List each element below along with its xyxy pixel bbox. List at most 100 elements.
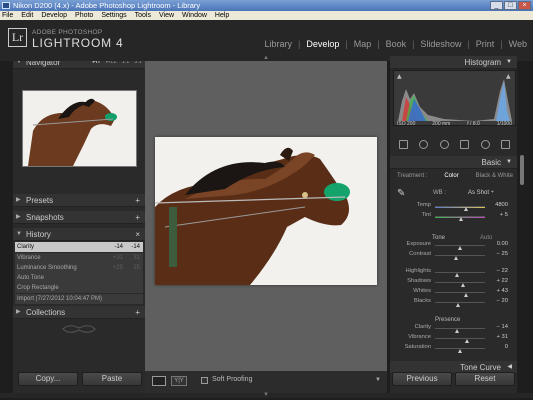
history-item[interactable]: Luminance Smoothing +25 25	[15, 263, 143, 273]
shadows-slider-knob[interactable]	[460, 283, 465, 287]
temp-slider[interactable]	[435, 206, 485, 208]
contrast-slider[interactable]	[435, 255, 485, 256]
lightroom-logo: Lr	[8, 28, 27, 47]
module-library[interactable]: Library	[264, 39, 292, 49]
histogram-graph[interactable]: ▲ ▲	[393, 70, 516, 126]
menu-view[interactable]: View	[159, 11, 174, 20]
window-title: Nikon D200 (4.x) - Adobe Photoshop Light…	[13, 1, 201, 10]
highlights-slider[interactable]	[435, 272, 485, 273]
eyedropper-icon[interactable]: ✎	[397, 188, 405, 199]
window-titlebar: Nikon D200 (4.x) - Adobe Photoshop Light…	[0, 0, 533, 11]
bottom-panel-bar: ▼	[0, 392, 533, 398]
whites-value[interactable]: + 43	[490, 288, 508, 294]
loupe-view-icon[interactable]	[152, 376, 166, 386]
spot-removal-icon[interactable]	[419, 140, 429, 149]
menu-help[interactable]: Help	[215, 11, 229, 20]
menu-develop[interactable]: Develop	[41, 11, 67, 20]
previous-button[interactable]: Previous	[392, 372, 452, 386]
temp-slider-knob[interactable]	[463, 207, 468, 211]
module-slideshow[interactable]: Slideshow	[420, 39, 461, 49]
saturation-value[interactable]: 0	[490, 344, 508, 350]
treatment-bw[interactable]: Black & White	[476, 173, 513, 179]
history-header[interactable]: ▼ History ×	[13, 228, 145, 241]
tint-slider-knob[interactable]	[458, 217, 463, 221]
history-item[interactable]: Auto Tone	[15, 273, 143, 283]
soft-proofing-checkbox[interactable]	[201, 377, 208, 384]
navigator-preview[interactable]	[22, 90, 137, 167]
close-button[interactable]: ×	[518, 1, 531, 10]
saturation-label: Saturation	[404, 344, 431, 350]
histogram-header[interactable]: Histogram ▼	[390, 56, 517, 69]
add-preset-icon[interactable]: +	[135, 194, 140, 207]
contrast-value[interactable]: − 25	[490, 251, 508, 257]
vibrance-slider-knob[interactable]	[464, 339, 469, 343]
temp-value[interactable]: 4800	[490, 202, 508, 208]
shadows-label: Shadows	[407, 278, 431, 284]
blacks-slider[interactable]	[435, 302, 485, 303]
blacks-slider-knob[interactable]	[455, 303, 460, 307]
highlights-slider-knob[interactable]	[454, 273, 459, 277]
main-photo[interactable]	[154, 137, 377, 285]
module-picker: Library | Develop | Map | Book | Slideshow | …	[264, 39, 527, 49]
exposure-value[interactable]: 0.00	[490, 241, 508, 247]
menu-photo[interactable]: Photo	[75, 11, 93, 20]
contrast-label: Contrast	[409, 251, 431, 257]
wb-dropdown[interactable]: As Shot ÷	[468, 190, 494, 196]
whites-slider[interactable]	[435, 292, 485, 293]
snapshots-header[interactable]: ▶ Snapshots +	[13, 211, 145, 224]
clarity-slider[interactable]	[435, 328, 485, 329]
radial-filter-icon[interactable]	[480, 140, 490, 149]
treatment-color[interactable]: Color	[444, 173, 458, 179]
maximize-button[interactable]: □	[504, 1, 517, 10]
menu-settings[interactable]: Settings	[101, 11, 126, 20]
menu-window[interactable]: Window	[182, 11, 207, 20]
app-icon	[2, 2, 10, 9]
module-map[interactable]: Map	[354, 39, 372, 49]
scrollbar-thumb[interactable]	[520, 155, 524, 185]
graduated-filter-icon[interactable]	[460, 140, 470, 149]
clarity-value[interactable]: − 14	[490, 324, 508, 330]
menu-file[interactable]: File	[2, 11, 13, 20]
reset-button[interactable]: Reset	[455, 372, 515, 386]
history-item[interactable]: Vibrance +31 31	[15, 253, 143, 263]
toolbar-menu-icon[interactable]: ▼	[375, 377, 381, 383]
before-after-icon[interactable]: Y|Y	[171, 376, 187, 386]
clear-history-icon[interactable]: ×	[135, 228, 140, 241]
history-item[interactable]: Import (7/27/2012 10:04:47 PM)	[15, 294, 143, 304]
history-item[interactable]: Crop Rectangle	[15, 283, 143, 293]
collections-header[interactable]: ▶ Collections +	[13, 306, 145, 319]
vibrance-value[interactable]: + 31	[490, 334, 508, 340]
add-snapshot-icon[interactable]: +	[135, 211, 140, 224]
highlights-value[interactable]: − 22	[490, 268, 508, 274]
vibrance-label: Vibrance	[408, 334, 431, 340]
module-web[interactable]: Web	[509, 39, 527, 49]
left-edge	[0, 56, 13, 393]
basic-header[interactable]: Basic ▼	[390, 156, 517, 169]
add-collection-icon[interactable]: +	[135, 306, 140, 319]
menu-edit[interactable]: Edit	[21, 11, 33, 20]
exposure-slider-knob[interactable]	[457, 246, 462, 250]
module-book[interactable]: Book	[386, 39, 407, 49]
module-print[interactable]: Print	[476, 39, 495, 49]
red-eye-icon[interactable]	[439, 140, 449, 149]
expand-triangle-icon: ▶	[16, 309, 21, 315]
right-edge	[517, 56, 533, 393]
copy-settings-button[interactable]: Copy...	[18, 372, 78, 386]
adjustment-brush-icon[interactable]	[501, 140, 511, 149]
module-develop[interactable]: Develop	[306, 39, 339, 49]
shadows-value[interactable]: + 22	[490, 278, 508, 284]
contrast-slider-knob[interactable]	[453, 256, 458, 260]
blacks-value[interactable]: − 20	[490, 298, 508, 304]
vibrance-slider[interactable]	[435, 338, 485, 339]
saturation-slider-knob[interactable]	[457, 349, 462, 353]
whites-slider-knob[interactable]	[463, 293, 468, 297]
menu-tools[interactable]: Tools	[135, 11, 151, 20]
paste-settings-button[interactable]: Paste	[82, 372, 142, 386]
tint-value[interactable]: + 5	[490, 212, 508, 218]
minimize-button[interactable]: _	[490, 1, 503, 10]
history-item[interactable]: Clarity -14 -14	[15, 242, 143, 252]
clarity-slider-knob[interactable]	[455, 329, 459, 333]
presets-header[interactable]: ▶ Presets +	[13, 194, 145, 207]
tone-section-title: Tone	[432, 235, 446, 241]
crop-tool-icon[interactable]	[398, 140, 408, 149]
